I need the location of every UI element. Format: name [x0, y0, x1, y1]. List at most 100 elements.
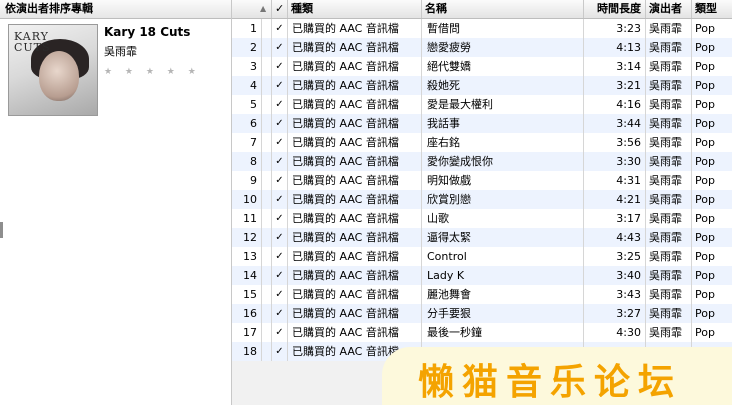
track-number: 13 [232, 247, 262, 266]
track-gap [262, 209, 272, 228]
track-row[interactable]: 1 ✓ 已購買的 AAC 音訊檔 暫借問 3:23 吳雨霏 Pop [232, 19, 732, 38]
track-genre: Pop [695, 288, 715, 301]
track-checkbox[interactable]: ✓ [272, 304, 288, 323]
track-number: 18 [232, 342, 262, 361]
track-gap [262, 133, 272, 152]
track-kind: 已購買的 AAC 音訊檔 [288, 38, 422, 57]
track-time: 4:16 [584, 95, 646, 114]
track-artist: 吳雨霏 [646, 57, 692, 76]
album-artist: 吳雨霏 [104, 45, 137, 58]
track-gap [262, 190, 272, 209]
track-number: 16 [232, 304, 262, 323]
track-checkbox[interactable]: ✓ [272, 247, 288, 266]
track-kind: 已購買的 AAC 音訊檔 [288, 304, 422, 323]
track-gap [262, 266, 272, 285]
track-row[interactable]: 6 ✓ 已購買的 AAC 音訊檔 我話事 3:44 吳雨霏 Pop [232, 114, 732, 133]
track-checkbox[interactable]: ✓ [272, 323, 288, 342]
track-row[interactable]: 10 ✓ 已購買的 AAC 音訊檔 欣賞別戀 4:21 吳雨霏 Pop [232, 190, 732, 209]
track-time: 4:30 [584, 323, 646, 342]
track-artist: 吳雨霏 [646, 114, 692, 133]
album-artwork[interactable]: KARY CUTS [8, 24, 98, 116]
track-list: ▲ ✓ 種類 名稱 時間長度 演出者 類型 1 ✓ 已購買的 AAC 音訊檔 暫借問 3… [232, 0, 732, 405]
track-checkbox[interactable]: ✓ [272, 171, 288, 190]
track-genre: Pop [695, 307, 715, 320]
track-row[interactable]: 7 ✓ 已購買的 AAC 音訊檔 座右銘 3:56 吳雨霏 Pop [232, 133, 732, 152]
track-row[interactable]: 5 ✓ 已購買的 AAC 音訊檔 愛是最大權利 4:16 吳雨霏 Pop [232, 95, 732, 114]
watermark-banner: 懒猫音乐论坛 [382, 347, 732, 405]
track-checkbox[interactable]: ✓ [272, 76, 288, 95]
track-time: 3:21 [584, 76, 646, 95]
track-number: 7 [232, 133, 262, 152]
splitter-grip[interactable] [0, 222, 3, 238]
track-artist: 吳雨霏 [646, 19, 692, 38]
track-checkbox[interactable]: ✓ [272, 152, 288, 171]
track-name: 絕代雙嬌 [422, 57, 584, 76]
album-item[interactable]: KARY CUTS Kary 18 Cuts 吳雨霏 ★ ★ ★ ★ ★ [6, 24, 225, 120]
track-genre: Pop [695, 60, 715, 73]
track-name: 愛是最大權利 [422, 95, 584, 114]
track-artist: 吳雨霏 [646, 38, 692, 57]
track-kind: 已購買的 AAC 音訊檔 [288, 190, 422, 209]
track-row[interactable]: 16 ✓ 已購買的 AAC 音訊檔 分手要狠 3:27 吳雨霏 Pop [232, 304, 732, 323]
track-name: 麗池舞會 [422, 285, 584, 304]
track-checkbox[interactable]: ✓ [272, 38, 288, 57]
track-checkbox[interactable]: ✓ [272, 266, 288, 285]
track-kind: 已購買的 AAC 音訊檔 [288, 114, 422, 133]
track-kind: 已購買的 AAC 音訊檔 [288, 171, 422, 190]
track-gap [262, 38, 272, 57]
track-kind: 已購買的 AAC 音訊檔 [288, 95, 422, 114]
track-checkbox[interactable]: ✓ [272, 190, 288, 209]
track-checkbox[interactable]: ✓ [272, 19, 288, 38]
track-checkbox[interactable]: ✓ [272, 57, 288, 76]
track-genre: Pop [695, 212, 715, 225]
column-header-genre[interactable]: 類型 [692, 0, 732, 18]
track-name: 分手要狠 [422, 304, 584, 323]
track-time: 4:43 [584, 228, 646, 247]
track-kind: 已購買的 AAC 音訊檔 [288, 228, 422, 247]
column-header-artist[interactable]: 演出者 [646, 0, 692, 18]
track-row[interactable]: 4 ✓ 已購買的 AAC 音訊檔 殺她死 3:21 吳雨霏 Pop [232, 76, 732, 95]
track-name: 座右銘 [422, 133, 584, 152]
column-header-number[interactable]: ▲ [232, 0, 272, 18]
track-checkbox[interactable]: ✓ [272, 95, 288, 114]
track-gap [262, 114, 272, 133]
track-time: 3:43 [584, 285, 646, 304]
track-row[interactable]: 11 ✓ 已購買的 AAC 音訊檔 山歌 3:17 吳雨霏 Pop [232, 209, 732, 228]
track-checkbox[interactable]: ✓ [272, 209, 288, 228]
track-row[interactable]: 17 ✓ 已購買的 AAC 音訊檔 最後一秒鐘 4:30 吳雨霏 Pop [232, 323, 732, 342]
track-row[interactable]: 9 ✓ 已購買的 AAC 音訊檔 明知做戲 4:31 吳雨霏 Pop [232, 171, 732, 190]
column-header-name[interactable]: 名稱 [422, 0, 584, 18]
artwork-logo: KARY CUTS [14, 30, 51, 54]
track-row[interactable]: 12 ✓ 已購買的 AAC 音訊檔 逼得太緊 4:43 吳雨霏 Pop [232, 228, 732, 247]
track-name: 山歌 [422, 209, 584, 228]
track-time: 3:25 [584, 247, 646, 266]
track-artist: 吳雨霏 [646, 152, 692, 171]
track-name: 欣賞別戀 [422, 190, 584, 209]
track-genre: Pop [695, 41, 715, 54]
column-header-check[interactable]: ✓ [272, 0, 288, 18]
track-row[interactable]: 14 ✓ 已購買的 AAC 音訊檔 Lady K 3:40 吳雨霏 Pop [232, 266, 732, 285]
track-row[interactable]: 13 ✓ 已購買的 AAC 音訊檔 Control 3:25 吳雨霏 Pop [232, 247, 732, 266]
track-gap [262, 152, 272, 171]
track-time: 3:17 [584, 209, 646, 228]
album-sort-header[interactable]: 依演出者排序專輯 [0, 0, 231, 19]
sort-ascending-icon: ▲ [260, 4, 267, 13]
track-row[interactable]: 2 ✓ 已購買的 AAC 音訊檔 戀愛疲勞 4:13 吳雨霏 Pop [232, 38, 732, 57]
track-artist: 吳雨霏 [646, 190, 692, 209]
track-checkbox[interactable]: ✓ [272, 133, 288, 152]
track-number: 8 [232, 152, 262, 171]
column-header-kind[interactable]: 種類 [288, 0, 422, 18]
track-row[interactable]: 15 ✓ 已購買的 AAC 音訊檔 麗池舞會 3:43 吳雨霏 Pop [232, 285, 732, 304]
track-checkbox[interactable]: ✓ [272, 114, 288, 133]
album-rating-stars[interactable]: ★ ★ ★ ★ ★ [104, 67, 201, 77]
track-row[interactable]: 8 ✓ 已購買的 AAC 音訊檔 愛你變成恨你 3:30 吳雨霏 Pop [232, 152, 732, 171]
track-gap [262, 76, 272, 95]
track-kind: 已購買的 AAC 音訊檔 [288, 76, 422, 95]
track-gap [262, 19, 272, 38]
column-header-time[interactable]: 時間長度 [584, 0, 646, 18]
track-checkbox[interactable]: ✓ [272, 228, 288, 247]
track-checkbox[interactable]: ✓ [272, 285, 288, 304]
track-row[interactable]: 3 ✓ 已購買的 AAC 音訊檔 絕代雙嬌 3:14 吳雨霏 Pop [232, 57, 732, 76]
track-artist: 吳雨霏 [646, 304, 692, 323]
track-checkbox[interactable]: ✓ [272, 342, 288, 361]
